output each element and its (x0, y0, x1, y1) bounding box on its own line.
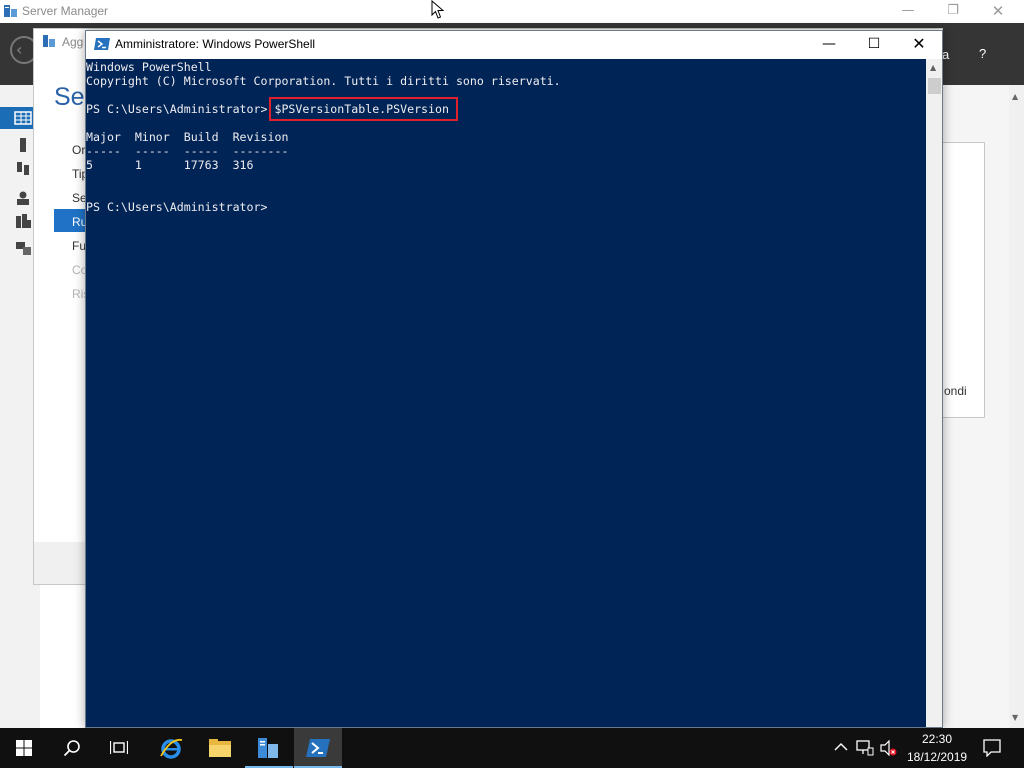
show-hidden-icons-chevron-icon[interactable] (834, 742, 848, 752)
console-table-separator: ----- ----- ----- -------- (86, 144, 289, 158)
ps-minimize-button[interactable]: — (806, 32, 852, 56)
console-table-row: 5 1 17763 316 (86, 158, 254, 172)
clock-time[interactable]: 22:30 (922, 732, 952, 746)
volume-muted-icon[interactable] (879, 740, 897, 756)
internet-explorer-icon[interactable] (159, 736, 183, 760)
scroll-down-arrow-icon[interactable]: ▼ (1012, 713, 1018, 722)
sm-minimize-button[interactable]: — (898, 2, 918, 20)
sm-header-menu-fragment[interactable]: a (942, 47, 949, 62)
powershell-taskbar-icon[interactable] (306, 738, 330, 758)
task-view-icon[interactable] (110, 740, 128, 756)
server-manager-title: Server Manager (22, 4, 109, 18)
file-storage-icon[interactable] (14, 214, 32, 230)
console-scroll-thumb[interactable] (928, 78, 941, 94)
clock-date[interactable]: 18/12/2019 (907, 750, 967, 764)
sm-close-button[interactable]: ✕ (988, 2, 1008, 20)
ps-maximize-button[interactable]: ☐ (851, 32, 897, 56)
network-icon[interactable] (856, 740, 874, 756)
roles-icon[interactable] (14, 240, 32, 256)
all-servers-icon[interactable] (14, 162, 32, 178)
powershell-title: Amministratore: Windows PowerShell (115, 37, 316, 51)
search-icon[interactable] (63, 739, 81, 757)
wizard-title: Agg (62, 35, 84, 49)
dashboard-icon (14, 111, 32, 125)
console-banner-line: Windows PowerShell (86, 60, 212, 74)
scroll-up-arrow-icon[interactable]: ▲ (1012, 92, 1018, 101)
wizard-step[interactable]: Fu (72, 239, 86, 253)
mouse-cursor-icon (431, 0, 445, 19)
console-copyright-line: Copyright (C) Microsoft Corporation. Tut… (86, 74, 561, 88)
sm-restore-button[interactable]: ❐ (943, 2, 963, 20)
powershell-icon (94, 38, 110, 50)
server-manager-titlebar (0, 0, 1024, 23)
server-manager-icon (4, 5, 17, 17)
wizard-step[interactable]: Or (72, 143, 85, 157)
content-tile-text[interactable]: ondi (944, 384, 967, 398)
back-arrow-icon: ‹ (16, 40, 23, 59)
ps-close-button[interactable]: ✕ (896, 32, 942, 56)
wizard-icon (43, 35, 55, 47)
console-current-prompt[interactable]: PS C:\Users\Administrator> (86, 200, 267, 214)
file-explorer-icon[interactable] (208, 738, 232, 758)
server-manager-scrollbar[interactable] (1009, 85, 1024, 728)
content-tile (943, 142, 985, 418)
help-menu[interactable]: ? (979, 46, 986, 61)
wizard-footer (34, 542, 86, 584)
windows-start-icon[interactable] (16, 740, 32, 756)
console-scroll-up-icon[interactable]: ▲ (930, 63, 936, 72)
console-prompt: PS C:\Users\Administrator> (86, 102, 275, 116)
ad-ds-icon[interactable] (14, 190, 32, 206)
console-table-header: Major Minor Build Revision (86, 130, 289, 144)
local-server-icon[interactable] (14, 138, 32, 152)
console-scrollbar[interactable] (926, 59, 942, 727)
server-manager-taskbar-icon[interactable] (256, 736, 280, 760)
command-highlight-box (269, 97, 458, 121)
notifications-icon[interactable] (983, 739, 1001, 757)
